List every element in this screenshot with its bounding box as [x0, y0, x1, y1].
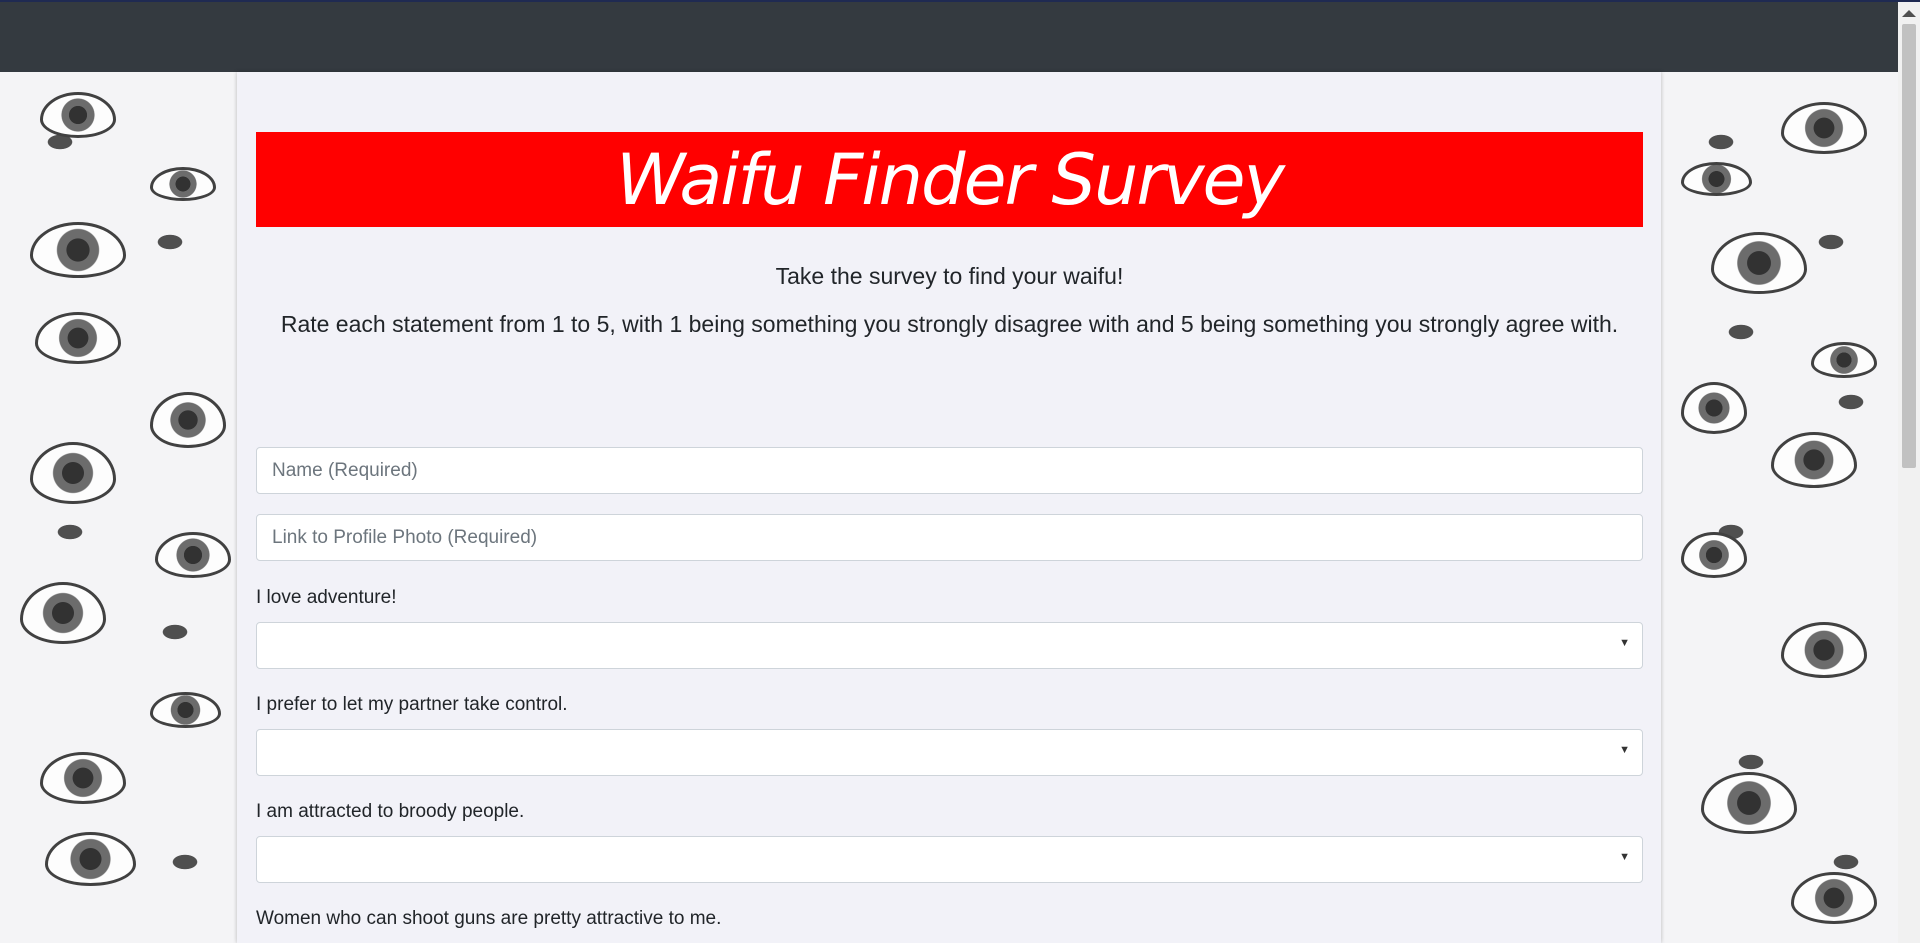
intro-text: Take the survey to find your waifu! Rate… [256, 252, 1643, 348]
eye-drawing [150, 392, 226, 448]
survey-card: Waifu Finder Survey Take the survey to f… [237, 72, 1661, 943]
intro-headline: Take the survey to find your waifu! [775, 263, 1124, 289]
question-2-label: I prefer to let my partner take control. [256, 694, 568, 715]
caret-down-icon: ▼ [1619, 851, 1630, 863]
eye-drawing [20, 582, 106, 644]
scroll-up-arrow-icon[interactable] [1902, 10, 1916, 17]
eye-drawing [45, 832, 136, 886]
eye-drawing [30, 222, 126, 278]
eye-drawing [40, 92, 116, 138]
eye-drawing [150, 692, 221, 728]
eye-drawing [1681, 382, 1747, 434]
eye-drawing [40, 752, 126, 804]
question-3-label: I am attracted to broody people. [256, 801, 525, 822]
eye-drawing [1701, 772, 1797, 834]
eye-drawing [30, 442, 116, 504]
page-title: Waifu Finder Survey [615, 138, 1285, 221]
eye-drawing [1781, 102, 1867, 154]
eye-drawing [1771, 432, 1857, 488]
question-2-select[interactable]: ▼ [256, 729, 1643, 776]
eye-drawing [1791, 872, 1877, 924]
question-1-select[interactable]: ▼ [256, 622, 1643, 669]
eye-drawing [35, 312, 121, 364]
eye-drawing [1711, 232, 1807, 294]
eye-drawing [155, 532, 231, 578]
question-1-label: I love adventure! [256, 587, 397, 608]
anime-eyes-background-left [0, 72, 237, 943]
question-4-label: Women who can shoot guns are pretty attr… [256, 908, 722, 929]
eye-drawing [1681, 162, 1752, 196]
navbar [0, 2, 1898, 72]
anime-eyes-background-right [1661, 72, 1898, 943]
eye-drawing [1781, 622, 1867, 678]
scrollbar-thumb[interactable] [1902, 24, 1916, 468]
caret-down-icon: ▼ [1619, 744, 1630, 756]
question-3-select[interactable]: ▼ [256, 836, 1643, 883]
page-scrollbar[interactable] [1898, 2, 1920, 943]
intro-instructions: Rate each statement from 1 to 5, with 1 … [280, 311, 1619, 337]
eye-drawing [150, 167, 216, 201]
profile-photo-input[interactable] [256, 514, 1643, 561]
title-banner: Waifu Finder Survey [256, 132, 1643, 227]
name-input[interactable] [256, 447, 1643, 494]
eye-drawing [1811, 342, 1877, 378]
caret-down-icon: ▼ [1619, 637, 1630, 649]
eye-drawing [1681, 532, 1747, 578]
